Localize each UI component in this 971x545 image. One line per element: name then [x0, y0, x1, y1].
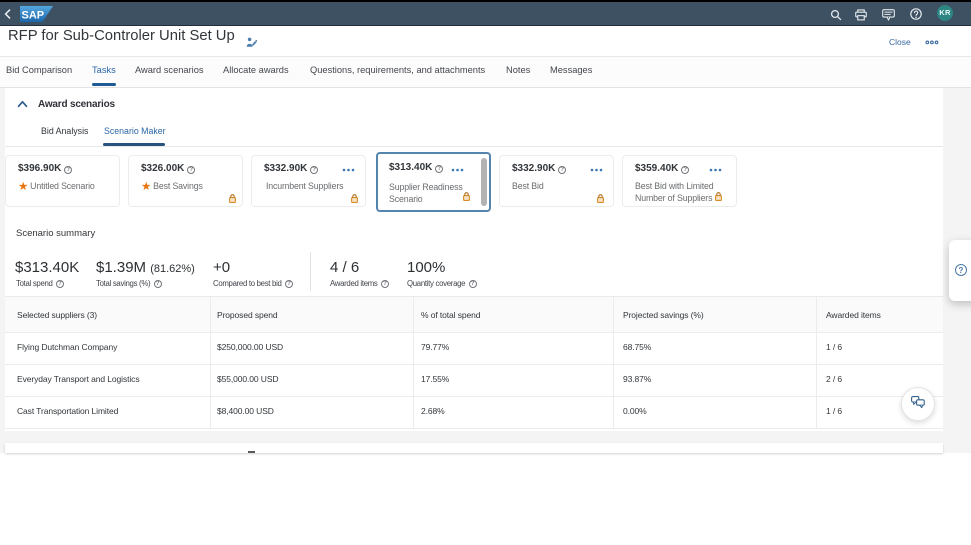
- svg-text:SAP: SAP: [22, 10, 45, 22]
